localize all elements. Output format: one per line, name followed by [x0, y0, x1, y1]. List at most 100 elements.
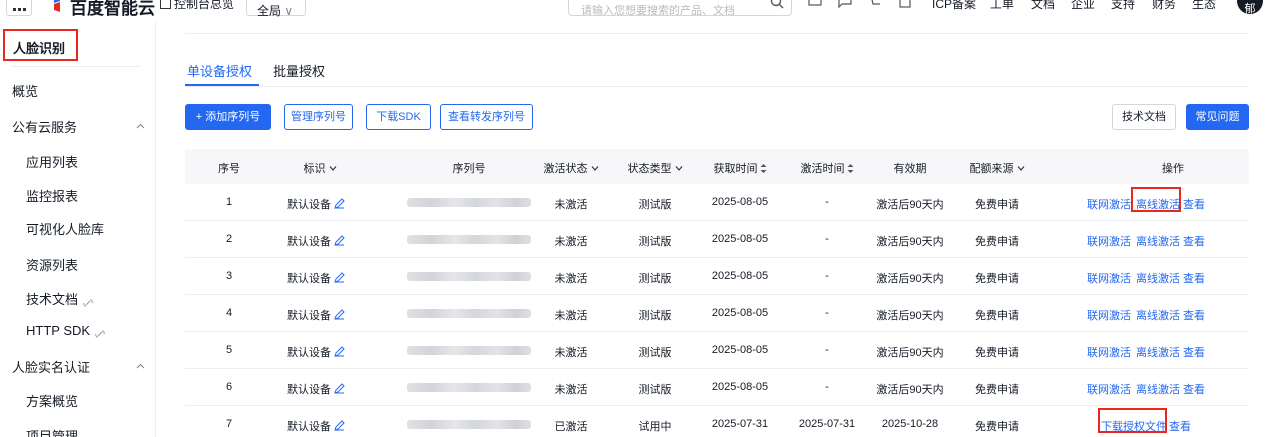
edit-icon[interactable] [334, 420, 345, 431]
column-header-tag[interactable]: 标识 [304, 160, 337, 176]
edit-icon[interactable] [334, 383, 345, 394]
console-overview-link[interactable]: 控制台总览 [160, 0, 234, 12]
brand-name[interactable]: 百度智能云 [70, 0, 155, 19]
online-activate-link[interactable]: 联网激活 [1087, 307, 1131, 323]
message-icon[interactable] [838, 0, 852, 8]
sidebar-divider [12, 66, 140, 67]
header-link-support[interactable]: 支持 [1111, 0, 1135, 12]
sidebar-item-resources[interactable]: 资源列表 [26, 255, 78, 274]
view-link[interactable]: 查看 [1183, 196, 1205, 212]
tab-batch[interactable]: 批量授权 [273, 61, 325, 80]
header-link-finance[interactable]: 财务 [1152, 0, 1176, 12]
download-sdk-button[interactable]: 下载SDK [366, 104, 431, 130]
highlight-offline-activate [1131, 187, 1181, 212]
offline-activate-link[interactable]: 离线激活 [1136, 381, 1180, 397]
search-icon[interactable] [770, 0, 784, 9]
sort-icon[interactable] [847, 164, 854, 173]
filter-caret-icon[interactable] [329, 166, 337, 171]
offline-activate-link[interactable]: 离线激活 [1136, 344, 1180, 360]
view-link[interactable]: 查看 [1169, 418, 1191, 434]
online-activate-link[interactable]: 联网激活 [1087, 381, 1131, 397]
faq-button[interactable]: 常见问题 [1186, 104, 1249, 130]
sort-icon[interactable] [760, 164, 767, 173]
cell-tag: 默认设备 [287, 344, 345, 360]
grid-menu-icon[interactable] [6, 0, 32, 16]
cell-acquired: 2025-08-05 [711, 344, 769, 356]
cell-activated: - [825, 307, 829, 319]
online-activate-link[interactable]: 联网激活 [1087, 270, 1131, 286]
column-header-acquired[interactable]: 获取时间 [714, 160, 767, 176]
filter-caret-icon[interactable] [675, 166, 683, 171]
sidebar-group-identity[interactable]: 人脸实名认证 [12, 357, 90, 376]
offline-activate-link[interactable]: 离线激活 [1136, 307, 1180, 323]
header-link-docs[interactable]: 文档 [1031, 0, 1055, 12]
sidebar-item-monitor[interactable]: 监控报表 [26, 186, 78, 205]
view-link[interactable]: 查看 [1183, 381, 1205, 397]
filter-caret-icon[interactable] [1017, 166, 1025, 171]
divider [185, 33, 1249, 34]
sidebar-item-http-sdk[interactable]: HTTP SDK [26, 323, 106, 338]
sidebar-item-project-mgmt[interactable]: 项目管理 [26, 426, 78, 437]
column-header-status[interactable]: 激活状态 [544, 160, 599, 176]
online-activate-link[interactable]: 联网激活 [1087, 344, 1131, 360]
column-header-activated[interactable]: 激活时间 [801, 160, 854, 176]
cell-type: 测试版 [638, 199, 672, 211]
view-link[interactable]: 查看 [1183, 344, 1205, 360]
column-header-type[interactable]: 状态类型 [628, 160, 683, 176]
edit-icon[interactable] [334, 235, 345, 246]
header-link-enterprise[interactable]: 企业 [1071, 0, 1095, 12]
header-link-ticket[interactable]: 工单 [990, 0, 1014, 12]
avatar[interactable]: 郁 [1237, 0, 1263, 15]
header-link-ecosystem[interactable]: 生态 [1192, 0, 1216, 12]
view-link[interactable]: 查看 [1183, 270, 1205, 286]
tech-docs-button[interactable]: 技术文档 [1112, 104, 1176, 130]
sidebar-title[interactable]: 人脸识别 [3, 29, 78, 61]
sidebar-item-overview[interactable]: 概览 [12, 81, 38, 100]
cell-status: 未激活 [554, 310, 588, 322]
sidebar-group-public-cloud[interactable]: 公有云服务 [12, 117, 77, 136]
cell-acquired: 2025-08-05 [711, 381, 769, 393]
view-link[interactable]: 查看 [1183, 233, 1205, 249]
view-transfer-serial-button[interactable]: 查看转发序列号 [440, 104, 533, 130]
online-activate-link[interactable]: 联网激活 [1087, 196, 1131, 212]
cell-index: 2 [225, 233, 233, 245]
chevron-up-icon[interactable] [136, 123, 145, 129]
offline-activate-link[interactable]: 离线激活 [1136, 270, 1180, 286]
edit-icon[interactable] [334, 198, 345, 209]
edit-icon[interactable] [334, 346, 345, 357]
sidebar-item-tech-docs[interactable]: 技术文档 [26, 289, 94, 308]
cell-tag: 默认设备 [287, 381, 345, 397]
manage-serial-button[interactable]: 管理序列号 [284, 104, 353, 130]
cell-index: 5 [225, 344, 233, 356]
cell-status: 未激活 [554, 199, 588, 211]
column-header-validity: 有效期 [893, 163, 927, 175]
serial-redacted [407, 235, 531, 244]
sidebar-item-solution-overview[interactable]: 方案概览 [26, 391, 78, 410]
cell-acquired: 2025-08-05 [711, 270, 769, 282]
chevron-up-icon[interactable] [136, 363, 145, 369]
online-activate-link[interactable]: 联网激活 [1087, 233, 1131, 249]
home-icon [160, 0, 171, 9]
sidebar-item-face-library[interactable]: 可视化人脸库 [26, 219, 104, 238]
tab-single-device[interactable]: 单设备授权 [187, 61, 252, 80]
bill-icon[interactable] [898, 0, 912, 8]
cart-icon[interactable] [868, 0, 882, 8]
serial-redacted [407, 383, 531, 392]
cell-activated: - [825, 270, 829, 282]
offline-activate-link[interactable]: 离线激活 [1136, 233, 1180, 249]
view-link[interactable]: 查看 [1183, 307, 1205, 323]
edit-icon[interactable] [334, 309, 345, 320]
app-icon[interactable] [808, 0, 822, 8]
search-input[interactable]: 请输入您想要搜索的产品、文档 [568, 0, 792, 16]
column-header-actions: 操作 [1162, 163, 1184, 175]
filter-caret-icon[interactable] [591, 166, 599, 171]
region-select[interactable]: 全局 ∨ [246, 0, 306, 18]
add-serial-button[interactable]: + 添加序列号 [185, 104, 271, 130]
table-row: 4 默认设备 未激活 测试版 2025-08-05 - 激活后90天内 免费申请 联网激活 离线激… [185, 295, 1249, 332]
table-row: 1 默认设备 未激活 测试版 2025-08-05- 激活后90天内 免费申请 联网激活 离线激… [185, 184, 1249, 221]
sidebar-item-app-list[interactable]: 应用列表 [26, 152, 78, 171]
header-link-icp[interactable]: ICP备案 [932, 0, 976, 12]
table-row: 3 默认设备 未激活 测试版 2025-08-05 - 激活后90天内 免费申请 联网激活 离线激… [185, 258, 1249, 295]
edit-icon[interactable] [334, 272, 345, 283]
column-header-source[interactable]: 配额来源 [970, 160, 1025, 176]
